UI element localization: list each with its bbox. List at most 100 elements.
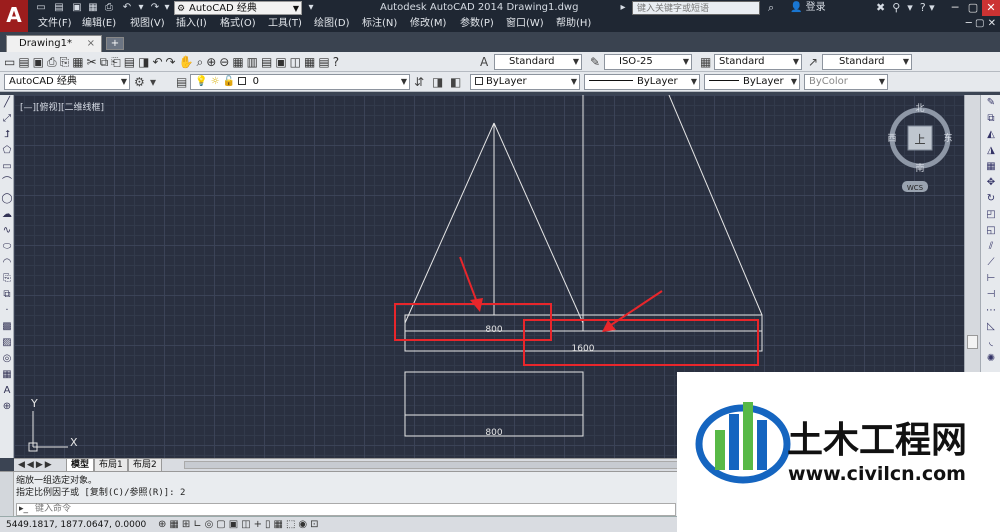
gradient-icon[interactable]: ▨ <box>0 335 14 351</box>
workspace-selector[interactable]: ⚙ AutoCAD 经典 ▼ <box>174 1 302 15</box>
linetype-select[interactable]: ByLayer ▼ <box>584 74 700 90</box>
new-file-icon[interactable]: ▭ <box>34 1 48 14</box>
login-link[interactable]: 👤 登录 <box>790 1 826 15</box>
search-input[interactable]: 键入关键字或短语 <box>632 1 760 15</box>
break-at-point-icon[interactable]: ⊢ <box>981 271 1000 287</box>
fillet-icon[interactable]: ◟ <box>981 335 1000 351</box>
menu-tools[interactable]: 工具(T) <box>268 16 302 32</box>
trim-icon[interactable]: ⫽ <box>981 239 1000 255</box>
minimize-icon[interactable]: ─ <box>946 0 964 16</box>
spline-icon[interactable]: ∿ <box>0 223 14 239</box>
compass-south-label[interactable]: 南 <box>915 162 924 174</box>
ellipse-icon[interactable]: ⬭ <box>0 239 14 255</box>
menu-insert[interactable]: 插入(I) <box>176 16 207 32</box>
ellipse-arc-icon[interactable]: ◠ <box>0 255 14 271</box>
join-icon[interactable]: ⋯ <box>981 303 1000 319</box>
help-icon[interactable]: ? <box>920 1 926 14</box>
text-style-select[interactable]: Standard ▼ <box>494 54 582 70</box>
viewport-controls-label[interactable]: [—][俯视][二维线框] <box>20 100 104 113</box>
command-input[interactable]: ▸_ 键入命令 <box>16 503 676 516</box>
menu-view[interactable]: 视图(V) <box>130 16 165 32</box>
offset-icon[interactable]: ◮ <box>981 143 1000 159</box>
array-icon[interactable]: ▦ <box>981 159 1000 175</box>
revision-cloud-icon[interactable]: ☁ <box>0 207 14 223</box>
table-icon[interactable]: ▦ <box>0 367 14 383</box>
rotate-icon[interactable]: ↻ <box>981 191 1000 207</box>
drafting-settings-toggles[interactable]: ⊕▦⊞∟◎▢▣◫+▯▦⬚◉⊡ <box>158 518 322 532</box>
vertical-scrollbar-thumb[interactable] <box>967 335 978 349</box>
explode-icon[interactable]: ✺ <box>981 351 1000 367</box>
plot-icon[interactable]: ⎙ <box>102 1 116 14</box>
chamfer-icon[interactable]: ◺ <box>981 319 1000 335</box>
polyline-icon[interactable]: ⮥ <box>0 127 14 143</box>
menu-file[interactable]: 文件(F) <box>38 16 72 32</box>
menu-edit[interactable]: 编辑(E) <box>82 16 116 32</box>
layer-states-icon[interactable]: ◧ <box>450 75 461 89</box>
construction-line-icon[interactable]: ⤢ <box>0 111 14 127</box>
line-icon[interactable]: ╱ <box>0 95 14 111</box>
undo-dropdown-icon[interactable]: ▾ <box>134 1 148 14</box>
layer-previous-icon[interactable]: ◨ <box>432 75 443 89</box>
menu-window[interactable]: 窗口(W) <box>506 16 544 32</box>
compass-west-label[interactable]: 西 <box>887 133 896 144</box>
rectangle-icon[interactable]: ▭ <box>0 159 14 175</box>
circle-icon[interactable]: ◯ <box>0 191 14 207</box>
make-current-layer-icon[interactable]: ⇵ <box>414 75 424 89</box>
connect-icon[interactable]: ⚲ <box>892 1 900 14</box>
add-selected-icon[interactable]: ⊕ <box>0 399 14 415</box>
dimension-style-select[interactable]: ISO-25 ▼ <box>604 54 692 70</box>
menu-window-controls[interactable]: ─ ▢ ✕ <box>966 16 996 32</box>
save-as-icon[interactable]: ▦ <box>86 1 100 14</box>
point-icon[interactable]: · <box>0 303 14 319</box>
viewcube[interactable] <box>889 107 951 192</box>
new-tab-button[interactable]: + <box>106 37 124 50</box>
save-icon[interactable]: ▣ <box>70 1 84 14</box>
plot-style-select[interactable]: ByColor ▼ <box>804 74 888 90</box>
layer-manager-icon[interactable]: ▤ <box>176 75 187 89</box>
command-window-handle[interactable] <box>0 472 14 517</box>
stretch-icon[interactable]: ◱ <box>981 223 1000 239</box>
make-block-icon[interactable]: ⧉ <box>0 287 14 303</box>
copy-icon[interactable]: ⧉ <box>981 111 1000 127</box>
compass-north-label[interactable]: 北 <box>915 103 924 114</box>
color-select[interactable]: ByLayer ▼ <box>470 74 580 90</box>
menu-format[interactable]: 格式(O) <box>220 16 256 32</box>
help-dropdown-icon[interactable]: ▾ <box>907 1 913 14</box>
hatch-icon[interactable]: ▩ <box>0 319 14 335</box>
redo-dropdown-icon[interactable]: ▾ <box>160 1 174 14</box>
compass-east-label[interactable]: 东 <box>943 132 952 144</box>
horizontal-scrollbar[interactable] <box>184 461 684 469</box>
close-tab-icon[interactable]: × <box>87 36 95 52</box>
lineweight-select[interactable]: ByLayer ▼ <box>704 74 800 90</box>
workspace-select[interactable]: AutoCAD 经典 ▼ <box>4 74 130 90</box>
standard-tool-icons[interactable]: ▭▤▣⎙⎘▦✂⧉⎗▤◨↶↷✋⌕⊕⊖▦▥▤▣◫▦▤? <box>4 54 342 70</box>
scale-icon[interactable]: ◰ <box>981 207 1000 223</box>
workspace-settings-icon[interactable]: ⚙ <box>134 75 145 89</box>
extend-icon[interactable]: ⟋ <box>981 255 1000 271</box>
layer-select[interactable]: 💡 ☼ 🔓 0 ▼ <box>190 74 410 90</box>
tab-drawing1[interactable]: Drawing1* × <box>6 35 102 52</box>
move-icon[interactable]: ✥ <box>981 175 1000 191</box>
quick-access-dropdown-icon[interactable]: ▾ <box>304 1 318 14</box>
region-icon[interactable]: ◎ <box>0 351 14 367</box>
lock-ui-icon[interactable]: ▾ <box>150 75 156 89</box>
menu-parametric[interactable]: 参数(P) <box>460 16 494 32</box>
search-expand-icon[interactable]: ▸ <box>616 1 630 14</box>
open-file-icon[interactable]: ▤ <box>52 1 66 14</box>
undo-icon[interactable]: ↶ <box>120 1 134 14</box>
arc-icon[interactable]: ⌒ <box>0 175 14 191</box>
table-style-select[interactable]: Standard ▼ <box>714 54 802 70</box>
multiline-text-icon[interactable]: A <box>0 383 14 399</box>
polygon-icon[interactable]: ⬠ <box>0 143 14 159</box>
close-icon[interactable]: ✕ <box>982 0 1000 16</box>
application-menu-button[interactable]: A <box>0 0 28 32</box>
layout-nav-arrows[interactable]: ◀◀▶▶ <box>18 459 54 471</box>
break-icon[interactable]: ⊣ <box>981 287 1000 303</box>
menu-modify[interactable]: 修改(M) <box>410 16 446 32</box>
search-icon[interactable]: ⌕ <box>768 1 774 15</box>
menu-draw[interactable]: 绘图(D) <box>314 16 350 32</box>
mirror-icon[interactable]: ◭ <box>981 127 1000 143</box>
maximize-icon[interactable]: ▢ <box>964 0 982 16</box>
erase-icon[interactable]: ✎ <box>981 95 1000 111</box>
multileader-style-select[interactable]: Standard ▼ <box>822 54 912 70</box>
